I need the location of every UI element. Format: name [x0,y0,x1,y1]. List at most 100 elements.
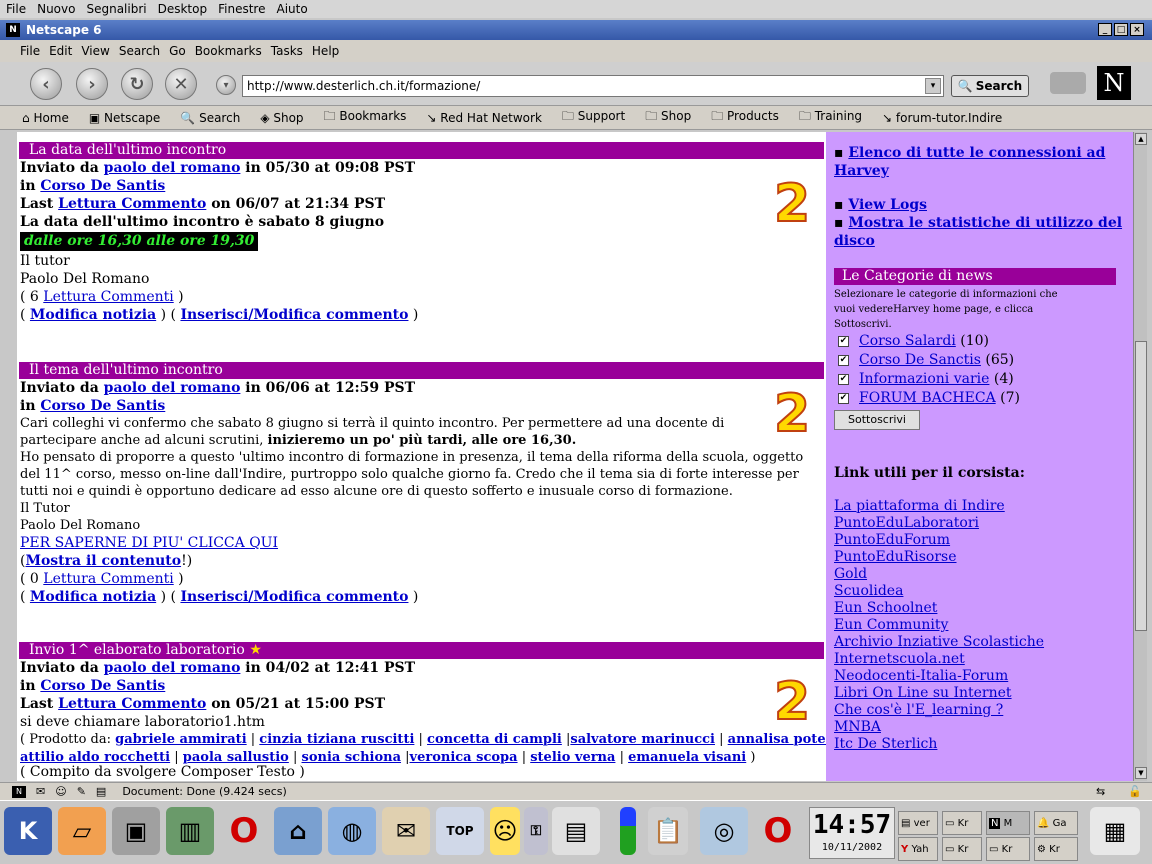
reload-button[interactable]: ↻ [121,68,153,100]
person-link[interactable]: veronica scopa [410,750,518,765]
person-link[interactable]: gabriele ammirati [115,732,247,747]
person-link[interactable]: stelio verna [530,750,615,765]
person-link[interactable]: salvatore marinucci [570,732,715,747]
edit-news-link[interactable]: Modifica notizia [30,589,156,605]
address-book-icon[interactable]: ▤ [96,785,106,798]
url-dropdown-icon[interactable]: ▾ [925,78,941,94]
view-logs-link[interactable]: View Logs [848,197,927,213]
category-link[interactable]: Corso De Santis [40,178,165,194]
last-comment-link[interactable]: Lettura Commento [58,196,206,212]
personal-bookmarks[interactable]: 🗀 Bookmarks [324,107,417,128]
task-button[interactable]: ⚙ Kr [1034,837,1078,861]
dropdown-icon[interactable]: ▾ [216,75,236,95]
read-comments-link[interactable]: Lettura Commenti [43,289,173,305]
person-link[interactable]: cinzia tiziana ruscitti [259,732,414,747]
personal-products[interactable]: 🗀 Products [711,107,789,128]
personal-shop[interactable]: ◈ Shop [260,111,313,125]
useful-link[interactable]: Archivio Inziative Scolastiche [834,634,1126,651]
edit-news-link[interactable]: Modifica notizia [30,307,156,323]
task-button[interactable]: 🔔 Ga [1034,811,1078,835]
useful-link[interactable]: Gold [834,566,1126,583]
maximize-button[interactable]: □ [1114,23,1128,36]
url-bar[interactable]: http://www.desterlich.ch.it/formazione/ … [242,75,944,97]
read-more-link[interactable]: PER SAPERNE DI PIU' CLICCA QUI [20,535,278,551]
desktop-menu-finestre[interactable]: Finestre [218,2,265,16]
task-button[interactable]: ▭ Kr [986,837,1030,861]
useful-link[interactable]: MNBA [834,719,1126,736]
personal-netscape[interactable]: ▣ Netscape [89,111,170,125]
clipboard-icon[interactable]: 📋 [648,807,688,855]
show-content-link[interactable]: Mostra il contenuto [25,553,181,569]
author-link[interactable]: paolo del romano [104,380,241,396]
netscape-icon[interactable]: N [12,785,26,798]
author-link[interactable]: paolo del romano [104,660,241,676]
lock-tray-icon[interactable]: ⚿ [524,807,548,855]
author-link[interactable]: paolo del romano [104,160,241,176]
last-comment-link[interactable]: Lettura Commento [58,696,206,712]
clock[interactable]: 14:57 10/11/2002 [809,807,895,859]
task-button[interactable]: ▭ Kr [942,811,982,835]
menu-edit[interactable]: Edit [49,44,72,58]
back-button[interactable]: ‹ [30,68,62,100]
system-monitor-icon[interactable]: ▥ [166,807,214,855]
task-button[interactable]: ▭ Kr [942,837,982,861]
top-icon[interactable]: TOP [436,807,484,855]
disk-stats-link[interactable]: Mostra le statistiche di utilizzo del di… [834,215,1122,249]
mail-client-icon[interactable]: ✉ [382,807,430,855]
stop-button[interactable]: ✕ [165,68,197,100]
scroll-up-icon[interactable]: ▲ [1135,133,1147,145]
useful-link[interactable]: Che cos'è l'E_learning ? [834,702,1126,719]
kde-menu-icon[interactable]: K [4,807,52,855]
subscribe-button[interactable]: Sottoscrivi [834,410,920,430]
person-link[interactable]: sonia schiona [302,750,402,765]
useful-link[interactable]: Scuolidea [834,583,1126,600]
personal-forum-tutor[interactable]: ↘ forum-tutor.Indire [882,111,1012,125]
desktop-menu-aiuto[interactable]: Aiuto [276,2,307,16]
netscape-logo[interactable]: N [1097,66,1131,100]
menu-view[interactable]: View [81,44,109,58]
menu-bookmarks[interactable]: Bookmarks [195,44,262,58]
insert-comment-link[interactable]: Inserisci/Modifica commento [180,307,408,323]
desktop-menu-nuovo[interactable]: Nuovo [37,2,75,16]
person-link[interactable]: annalisa potenza [728,732,826,747]
category-checkbox[interactable]: ✔ [838,335,849,347]
category-link[interactable]: Corso De Santis [40,398,165,414]
desktop-menu-segnalibri[interactable]: Segnalibri [86,2,146,16]
smiley-icon[interactable]: ☹ [490,807,520,855]
instant-messenger-icon[interactable]: ☺ [55,785,66,798]
useful-link[interactable]: Neodocenti-Italia-Forum [834,668,1126,685]
vertical-scrollbar[interactable]: ▲ ▼ [1133,132,1147,781]
person-link[interactable]: concetta di campli [427,732,562,747]
personal-shop-folder[interactable]: 🗀 Shop [645,107,701,128]
read-comments-link[interactable]: Lettura Commenti [43,571,173,587]
close-button[interactable]: × [1130,23,1144,36]
useful-link[interactable]: Eun Schoolnet [834,600,1126,617]
menu-file[interactable]: File [20,44,40,58]
scroll-down-icon[interactable]: ▼ [1135,767,1147,779]
personal-training[interactable]: 🗀 Training [799,107,872,128]
menu-search[interactable]: Search [119,44,160,58]
hat-icon[interactable] [1050,72,1086,94]
useful-link[interactable]: PuntoEduRisorse [834,549,1126,566]
desktop-icon[interactable]: ▱ [58,807,106,855]
menu-go[interactable]: Go [169,44,186,58]
personal-redhat[interactable]: ↘ Red Hat Network [426,111,552,125]
mail-icon[interactable]: ✉ [36,785,45,798]
notes-icon[interactable]: ▦ [1090,807,1140,855]
window-list-icon[interactable]: ▤ [552,807,600,855]
category-checkbox[interactable]: ✔ [838,354,849,366]
useful-link[interactable]: Internetscuola.net [834,651,1126,668]
task-button[interactable]: Y Yah [898,837,938,861]
search-button[interactable]: 🔍 Search [951,75,1029,97]
insert-comment-link[interactable]: Inserisci/Modifica commento [180,589,408,605]
minimize-button[interactable]: _ [1098,23,1112,36]
category-link[interactable]: Corso De Santis [40,678,165,694]
opera-icon[interactable]: O [220,807,268,855]
desktop-menu-desktop[interactable]: Desktop [158,2,208,16]
task-button[interactable]: ▤ ver [898,811,938,835]
desktop-menu-file[interactable]: File [6,2,26,16]
menu-help[interactable]: Help [312,44,339,58]
person-link[interactable]: emanuela visani [628,750,746,765]
personal-support[interactable]: 🗀 Support [562,107,635,128]
connections-link[interactable]: Elenco di tutte le connessioni ad Harvey [834,145,1105,179]
